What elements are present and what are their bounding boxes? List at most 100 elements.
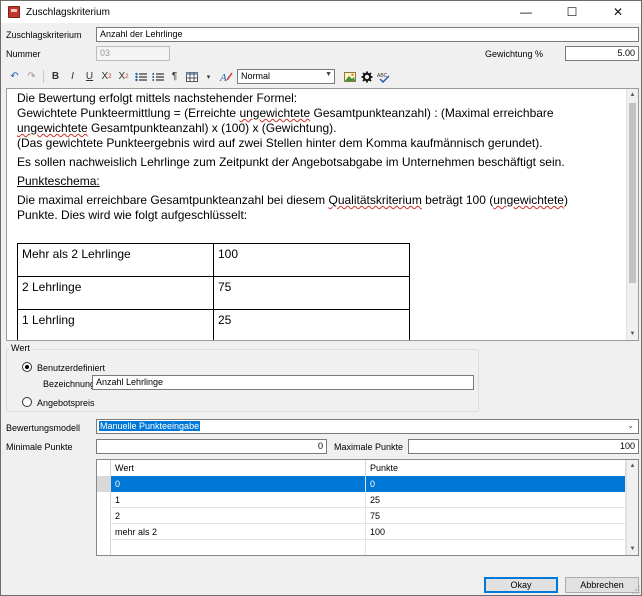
row-header[interactable] xyxy=(97,492,111,508)
grid-cell-wert[interactable]: 0 xyxy=(111,476,366,492)
window-title: Zuschlagskriterium xyxy=(26,6,110,18)
editor-intro: Die Bewertung erfolgt mittels nachstehen… xyxy=(17,91,298,105)
bullet-list-icon[interactable] xyxy=(132,68,149,85)
score-label-cell: 2 Lehrlinge xyxy=(17,276,214,310)
grid-row[interactable]: 2 75 xyxy=(97,508,626,524)
rich-text-editor[interactable]: Die Bewertung erfolgt mittels nachstehen… xyxy=(6,88,639,341)
grid-scrollbar[interactable]: ▲ ▼ xyxy=(626,460,638,555)
maximize-button[interactable]: ☐ xyxy=(549,1,595,23)
bold-button[interactable]: B xyxy=(47,68,64,85)
resize-grip-icon[interactable] xyxy=(631,585,640,594)
editor-content[interactable]: Die Bewertung erfolgt mittels nachstehen… xyxy=(7,89,626,340)
numbered-list-icon[interactable] xyxy=(149,68,166,85)
radio-angebotspreis[interactable] xyxy=(22,397,32,407)
subscript-label: X xyxy=(118,71,126,82)
grid-cell-wert[interactable]: mehr als 2 xyxy=(111,524,366,540)
italic-button[interactable]: I xyxy=(64,68,81,85)
grid-cell-wert[interactable]: 1 xyxy=(111,492,366,508)
scrollbar-thumb[interactable] xyxy=(629,103,636,283)
font-style-icon[interactable]: A xyxy=(217,68,235,85)
editor-scrollbar[interactable]: ▲ ▼ xyxy=(626,89,638,340)
score-points-cell: 75 xyxy=(213,276,410,310)
max-text-e: ) xyxy=(563,193,568,207)
cancel-button[interactable]: Abbrechen xyxy=(565,577,639,593)
spellcheck-icon[interactable]: ABC xyxy=(375,68,393,85)
kriterium-field[interactable]: Anzahl der Lehrlinge xyxy=(96,27,639,42)
bewertungsmodell-value: Manuelle Punkteeingabe xyxy=(99,421,201,431)
underline-button[interactable]: U xyxy=(81,68,98,85)
score-table: Mehr als 2 Lehrlinge 100 2 Lehrlinge 75 … xyxy=(17,243,410,340)
table-dropdown-icon[interactable]: ▾ xyxy=(200,68,217,85)
subscript-mark: 2 xyxy=(125,73,129,80)
row-header[interactable] xyxy=(97,540,111,555)
style-select[interactable]: Normal ▼ xyxy=(237,69,335,84)
grid-cell-punkte[interactable] xyxy=(366,540,626,555)
gewichtung-label: Gewichtung % xyxy=(485,49,544,59)
max-text-f: Punkte. Dies wird wie folgt aufgeschlüss… xyxy=(17,208,248,222)
grid-cell-punkte[interactable]: 100 xyxy=(366,524,626,540)
redo-icon[interactable]: ↷ xyxy=(23,68,40,85)
grid-row[interactable]: 1 25 xyxy=(97,492,626,508)
dialog-window: Zuschlagskriterium — ☐ ✕ Zuschlagskriter… xyxy=(0,0,642,596)
row-header[interactable] xyxy=(97,476,111,492)
grid-header: Wert Punkte xyxy=(97,460,626,476)
paragraph-button[interactable]: ¶ xyxy=(166,68,183,85)
formula-text-c: Gesamtpunkteanzahl) : (Maximal erreichba… xyxy=(310,106,554,120)
schema-heading: Punkteschema: xyxy=(17,174,100,188)
max-text-c: beträgt 100 ( xyxy=(421,193,494,207)
radio-benutzerdefiniert-label: Benutzerdefiniert xyxy=(37,363,106,373)
radio-benutzerdefiniert[interactable] xyxy=(22,362,32,372)
max-text-b: Qualitätskriterium xyxy=(328,193,422,207)
insert-image-icon[interactable] xyxy=(341,68,358,85)
bewertungsmodell-label: Bewertungsmodell xyxy=(6,423,81,433)
rounding-note: (Das gewichtete Punkteergebnis wird auf … xyxy=(17,136,543,150)
scroll-down-icon[interactable]: ▼ xyxy=(627,543,638,555)
chevron-down-icon: ⌄ xyxy=(627,421,634,430)
scroll-down-icon[interactable]: ▼ xyxy=(627,328,638,340)
score-row: Mehr als 2 Lehrlinge 100 xyxy=(17,243,410,277)
formula-text-a: Gewichtete Punkteermittlung = (Erreichte xyxy=(17,106,240,120)
max-punkte-field[interactable]: 100 xyxy=(408,439,639,454)
okay-button[interactable]: Okay xyxy=(484,577,558,593)
gear-icon[interactable] xyxy=(358,68,375,85)
bezeichnung-label: Bezeichnung xyxy=(43,379,96,389)
grid-row[interactable]: mehr als 2 100 xyxy=(97,524,626,540)
grid-col-punkte[interactable]: Punkte xyxy=(366,460,626,476)
score-row: 1 Lehrling 25 xyxy=(17,309,410,340)
title-bar: Zuschlagskriterium — ☐ ✕ xyxy=(1,1,641,23)
grid-col-wert[interactable]: Wert xyxy=(111,460,366,476)
bezeichnung-field[interactable]: Anzahl Lehrlinge xyxy=(92,375,474,390)
grid-new-row[interactable] xyxy=(97,540,626,555)
gewichtung-field[interactable]: 5.00 xyxy=(565,46,639,61)
max-punkte-label: Maximale Punkte xyxy=(334,442,404,452)
subscript-button[interactable]: X2 xyxy=(115,68,132,85)
table-icon[interactable] xyxy=(183,68,200,85)
row-header[interactable] xyxy=(97,508,111,524)
bewertungsmodell-select[interactable]: Manuelle Punkteeingabe ⌄ xyxy=(96,419,639,434)
grid-cell-wert[interactable] xyxy=(111,540,366,555)
min-punkte-label: Minimale Punkte xyxy=(6,442,73,452)
min-punkte-field[interactable]: 0 xyxy=(96,439,327,454)
grid-cell-punkte[interactable]: 0 xyxy=(366,476,626,492)
score-points-cell: 25 xyxy=(213,309,410,340)
superscript-label: X xyxy=(101,71,109,82)
grid-cell-punkte[interactable]: 75 xyxy=(366,508,626,524)
grid-cell-wert[interactable]: 2 xyxy=(111,508,366,524)
formula-text-e: Gesamtpunkteanzahl) x (100) x (Gewichtun… xyxy=(87,121,337,135)
score-points-cell: 100 xyxy=(213,243,410,277)
grid-cell-punkte[interactable]: 25 xyxy=(366,492,626,508)
max-text-a: Die maximal erreichbare Gesamtpunkteanza… xyxy=(17,193,329,207)
grid-row[interactable]: 0 0 xyxy=(97,476,626,492)
row-header[interactable] xyxy=(97,524,111,540)
scroll-up-icon[interactable]: ▲ xyxy=(627,89,638,101)
nummer-label: Nummer xyxy=(6,49,41,59)
style-select-value: Normal xyxy=(241,71,271,81)
nummer-field: 03 xyxy=(96,46,170,61)
requirement-text: Es sollen nachweislich Lehrlinge zum Zei… xyxy=(17,155,565,169)
undo-icon[interactable]: ↶ xyxy=(6,68,23,85)
minimize-button[interactable]: — xyxy=(503,1,549,23)
superscript-button[interactable]: X2 xyxy=(98,68,115,85)
scroll-up-icon[interactable]: ▲ xyxy=(627,460,638,472)
punkte-grid: Wert Punkte 0 0 1 25 2 75 mehr als 2 100 xyxy=(96,459,639,556)
close-button[interactable]: ✕ xyxy=(595,1,641,23)
